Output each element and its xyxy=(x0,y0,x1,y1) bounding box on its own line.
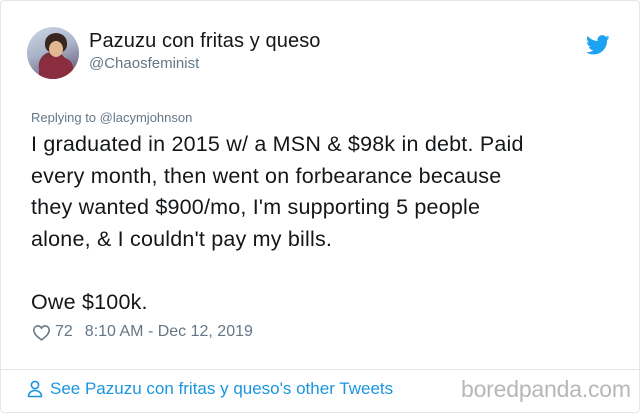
avatar[interactable] xyxy=(27,27,79,79)
watermark: boredpanda.com xyxy=(461,376,631,402)
tweet-text: I graduated in 2015 w/ a MSN & $98k in d… xyxy=(31,132,524,314)
divider xyxy=(1,369,639,370)
avatar-body xyxy=(39,57,73,79)
person-icon xyxy=(27,380,43,398)
see-other-tweets-label[interactable]: See Pazuzu con fritas y queso's other Tw… xyxy=(50,379,393,399)
like-count[interactable]: 72 xyxy=(55,323,73,341)
reply-mention-link[interactable]: @lacymjohnson xyxy=(100,110,193,125)
timestamp[interactable]: 8:10 AM - Dec 12, 2019 xyxy=(85,323,253,341)
author-name[interactable]: Pazuzu con fritas y queso xyxy=(89,30,321,53)
replying-to: Replying to @lacymjohnson xyxy=(31,110,192,125)
author-handle[interactable]: @Chaosfeminist xyxy=(89,55,199,72)
replying-prefix: Replying to xyxy=(31,110,100,125)
tweet-meta: 72 8:10 AM - Dec 12, 2019 xyxy=(32,321,253,343)
avatar-face xyxy=(49,41,63,57)
tweet-header: Pazuzu con fritas y queso @Chaosfeminist xyxy=(1,1,639,91)
twitter-bird-icon[interactable] xyxy=(586,35,610,55)
tweet-card: Pazuzu con fritas y queso @Chaosfeminist… xyxy=(0,0,640,413)
see-other-tweets-link[interactable]: See Pazuzu con fritas y queso's other Tw… xyxy=(27,379,393,399)
heart-icon[interactable] xyxy=(32,324,51,341)
